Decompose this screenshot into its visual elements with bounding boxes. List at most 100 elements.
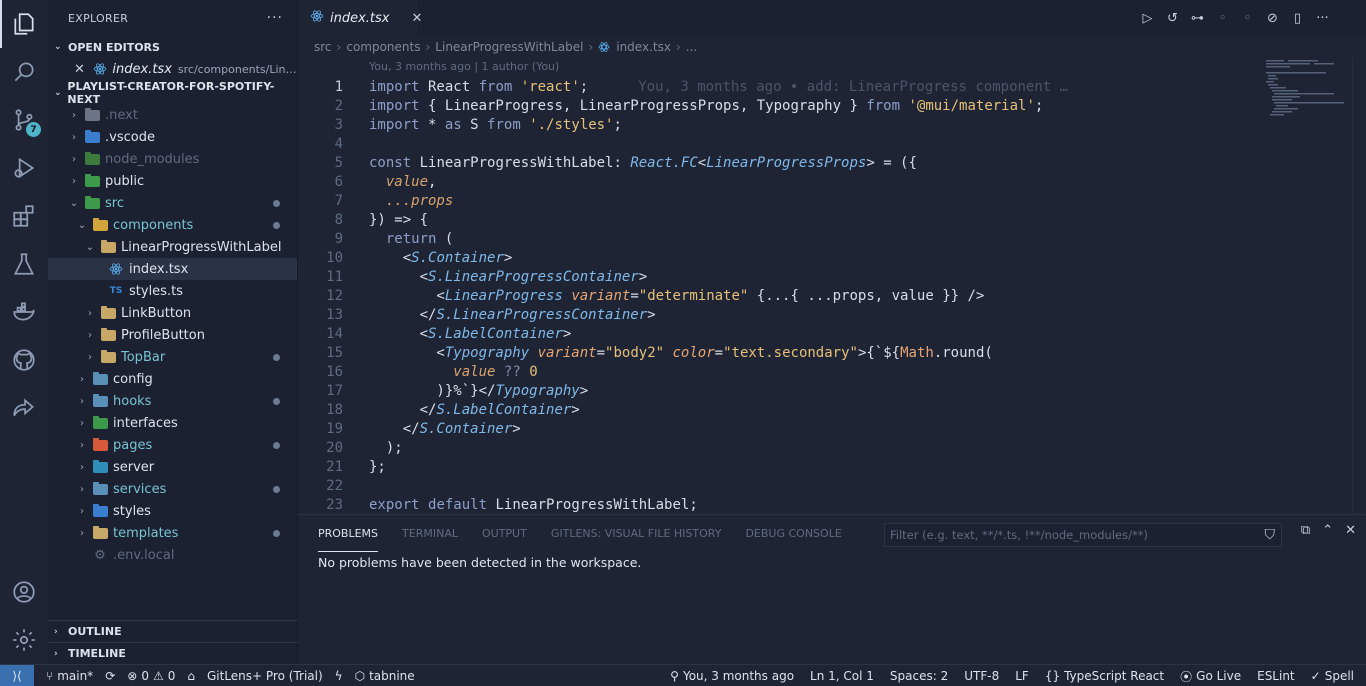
extensions-icon[interactable] xyxy=(0,192,48,240)
tree-item[interactable]: TS styles.ts xyxy=(48,280,297,302)
tab-gitlens-history[interactable]: GITLENS: VISUAL FILE HISTORY xyxy=(551,515,722,552)
code-line[interactable]: 9 return ( xyxy=(298,229,1258,248)
open-editor-item[interactable]: ✕ index.tsx src/components/Linea... xyxy=(48,58,297,80)
tree-item[interactable]: › pages xyxy=(48,434,297,456)
more-actions-icon[interactable]: ··· xyxy=(267,10,283,26)
tab-terminal[interactable]: TERMINAL xyxy=(402,515,458,552)
code-line[interactable]: 12 <LinearProgress variant="determinate"… xyxy=(298,286,1258,305)
lightning-icon[interactable]: ϟ xyxy=(335,669,343,683)
indentation[interactable]: Spaces: 2 xyxy=(890,669,948,683)
cursor-position[interactable]: Ln 1, Col 1 xyxy=(810,669,874,683)
tree-item[interactable]: › styles xyxy=(48,500,297,522)
code-line[interactable]: 2 import { LinearProgress, LinearProgress… xyxy=(298,96,1258,115)
tab-index-tsx[interactable]: index.tsx ✕ xyxy=(298,0,422,36)
go-live-button[interactable]: ⦿ Go Live xyxy=(1180,668,1241,685)
breadcrumb-components[interactable]: components xyxy=(346,40,420,54)
tree-item[interactable]: ⌄ src xyxy=(48,192,297,214)
collapse-all-icon[interactable]: ⧉ xyxy=(1301,523,1310,538)
tree-item[interactable]: ⚙ .env.local xyxy=(48,544,297,566)
more-actions-icon[interactable]: ··· xyxy=(1315,11,1330,26)
docker-icon[interactable] xyxy=(0,288,48,336)
code-line[interactable]: 15 <Typography variant="body2" color="te… xyxy=(298,343,1258,362)
code-line[interactable]: 14 <S.LabelContainer> xyxy=(298,324,1258,343)
tab-output[interactable]: OUTPUT xyxy=(482,515,527,552)
problems-filter-input[interactable]: Filter (e.g. text, **/*.ts, !**/node_mod… xyxy=(884,523,1282,547)
tree-item[interactable]: › .next xyxy=(48,104,297,126)
breadcrumb-src[interactable]: src xyxy=(314,40,332,54)
tree-item[interactable]: ⌄ components xyxy=(48,214,297,236)
code-line[interactable]: 1 import React from 'react'; You, 3 months… xyxy=(298,77,1258,96)
close-icon[interactable]: ✕ xyxy=(412,11,423,26)
eslint-status[interactable]: ESLint xyxy=(1257,669,1295,683)
tree-item[interactable]: › interfaces xyxy=(48,412,297,434)
source-control-icon[interactable]: 7 xyxy=(0,96,48,144)
code-line[interactable]: 5 const LinearProgressWithLabel: React.FC… xyxy=(298,153,1258,172)
tree-item[interactable]: › node_modules xyxy=(48,148,297,170)
tree-item[interactable]: › LinkButton xyxy=(48,302,297,324)
maximize-panel-icon[interactable]: ⌃ xyxy=(1322,523,1333,538)
code-line[interactable]: 18 </S.LabelContainer> xyxy=(298,400,1258,419)
outline-section[interactable]: › OUTLINE xyxy=(48,620,298,642)
branch-status[interactable]: ⑂ main* xyxy=(46,669,93,683)
tree-item[interactable]: index.tsx xyxy=(48,258,297,280)
language-mode[interactable]: {} TypeScript React xyxy=(1045,669,1164,683)
problems-status[interactable]: ⊗ 0 ⚠ 0 xyxy=(127,669,175,683)
code-line[interactable]: 19 </S.Container> xyxy=(298,419,1258,438)
code-line[interactable]: 3 import * as S from './styles'; xyxy=(298,115,1258,134)
tree-item[interactable]: ⚙.env.local.example xyxy=(48,566,297,568)
code-line[interactable]: 8}) => { xyxy=(298,210,1258,229)
breadcrumb-folder[interactable]: LinearProgressWithLabel xyxy=(435,40,583,54)
run-debug-icon[interactable] xyxy=(0,144,48,192)
run-icon[interactable]: ▷ xyxy=(1140,11,1155,26)
code-line[interactable]: 16 value ?? 0 xyxy=(298,362,1258,381)
history-icon[interactable]: ↺ xyxy=(1165,11,1180,26)
tree-item[interactable]: › .vscode xyxy=(48,126,297,148)
tab-problems[interactable]: PROBLEMS xyxy=(318,515,379,552)
live-share-icon[interactable] xyxy=(0,384,48,432)
filter-icon[interactable]: ⛉ xyxy=(1265,527,1276,543)
code-editor[interactable]: You, 3 months ago | 1 author (You) 1 impo… xyxy=(298,58,1366,514)
next-revision-icon[interactable]: ◦ xyxy=(1240,11,1255,26)
tree-item[interactable]: › services xyxy=(48,478,297,500)
encoding[interactable]: UTF-8 xyxy=(964,669,999,683)
blame-status[interactable]: ⚲ You, 3 months ago xyxy=(670,669,794,683)
gitlens-icon[interactable]: ⊘ xyxy=(1265,11,1280,26)
close-icon[interactable]: ✕ xyxy=(74,62,85,77)
tree-item[interactable]: › server xyxy=(48,456,297,478)
code-line[interactable]: 7 ...props xyxy=(298,191,1258,210)
account-icon[interactable] xyxy=(0,568,48,616)
code-line[interactable]: 10 <S.Container> xyxy=(298,248,1258,267)
code-line[interactable]: 20 ); xyxy=(298,438,1258,457)
code-line[interactable]: 17 )}%`}</Typography> xyxy=(298,381,1258,400)
code-line[interactable]: 22 xyxy=(298,476,1258,495)
code-line[interactable]: 13 </S.LinearProgressContainer> xyxy=(298,305,1258,324)
tree-item[interactable]: › ProfileButton xyxy=(48,324,297,346)
previous-revision-icon[interactable]: ◦ xyxy=(1215,11,1230,26)
explorer-icon[interactable] xyxy=(0,0,48,48)
code-line[interactable]: 4 xyxy=(298,134,1258,153)
remote-indicator-icon[interactable]: ⟩⟨ xyxy=(0,664,34,686)
timeline-section[interactable]: › TIMELINE xyxy=(48,642,298,664)
code-line[interactable]: 6 value, xyxy=(298,172,1258,191)
editor-scrollbar[interactable] xyxy=(1352,58,1366,514)
sync-icon[interactable]: ⟳ xyxy=(105,669,115,683)
code-line[interactable]: 23 export default LinearProgressWithLabel… xyxy=(298,495,1258,514)
tree-item[interactable]: › hooks xyxy=(48,390,297,412)
open-editors-section[interactable]: ⌄ OPEN EDITORS xyxy=(48,36,297,58)
testing-flask-icon[interactable] xyxy=(0,240,48,288)
code-line[interactable]: 21}; xyxy=(298,457,1258,476)
tree-item[interactable]: › TopBar xyxy=(48,346,297,368)
project-section[interactable]: ⌄ PLAYLIST-CREATOR-FOR-SPOTIFY-NEXT xyxy=(48,80,297,106)
split-editor-icon[interactable]: ▯ xyxy=(1290,11,1305,26)
settings-gear-icon[interactable] xyxy=(0,616,48,664)
spell-status[interactable]: ✓ Spell xyxy=(1311,669,1354,683)
close-panel-icon[interactable]: ✕ xyxy=(1345,523,1356,538)
search-icon[interactable] xyxy=(0,48,48,96)
tab-debug-console[interactable]: DEBUG CONSOLE xyxy=(745,515,841,552)
github-icon[interactable] xyxy=(0,336,48,384)
minimap[interactable] xyxy=(1264,58,1352,118)
gitlens-status[interactable]: GitLens+ Pro (Trial) xyxy=(207,669,323,683)
end-of-line[interactable]: LF xyxy=(1015,669,1029,683)
tree-item[interactable]: ⌄ LinearProgressWithLabel xyxy=(48,236,297,258)
home-icon[interactable]: ⌂ xyxy=(187,669,195,683)
